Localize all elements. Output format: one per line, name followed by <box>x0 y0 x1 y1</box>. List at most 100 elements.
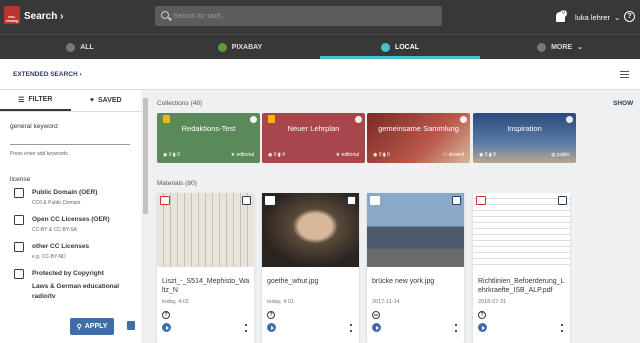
save-icon[interactable] <box>127 321 135 330</box>
extended-search-toggle[interactable]: EXTENDED SEARCH ‹ <box>13 71 82 78</box>
bookmark-icon <box>163 115 170 123</box>
app-logo[interactable]: edu-sharing <box>4 6 20 24</box>
keyword-hint: Press enter add keywords. <box>10 151 70 157</box>
tab-pixabay[interactable]: PIXABAY <box>160 35 320 59</box>
keyword-input[interactable] <box>10 144 130 145</box>
tab-local[interactable]: LOCAL <box>320 35 480 59</box>
collection-owner: ★ editorial <box>230 152 254 158</box>
heart-icon: ♥ <box>89 97 95 104</box>
collection-owner: ⚇ shared <box>442 152 464 158</box>
collection-counts: ◉ 0 ▮ 8 <box>479 152 496 158</box>
repository-tabs: ALL PIXABAY LOCAL MORE ⌄ <box>0 34 640 59</box>
select-checkbox[interactable] <box>558 196 567 205</box>
collection-name: Neuer Lehrplan <box>287 124 340 133</box>
license-sub-copyright: Laws & German educational radio/tv <box>32 283 120 300</box>
chevron-down-icon: ⌄ <box>614 12 621 22</box>
license-label-copyright: Protected by Copyright <box>32 270 104 277</box>
more-options-icon[interactable] <box>245 324 247 332</box>
logo-text: edu-sharing <box>5 15 19 23</box>
pin-icon <box>460 116 467 123</box>
select-checkbox[interactable] <box>452 196 461 205</box>
more-options-icon[interactable] <box>350 324 352 332</box>
collection-name: gemeinsame Sammlung <box>378 124 459 133</box>
show-collections-button[interactable]: SHOW <box>613 100 633 107</box>
list-view-icon[interactable] <box>620 71 629 78</box>
license-icon: ? <box>267 311 275 319</box>
top-bar: edu-sharing Search › luka lehrer ⌄ 0 ? <box>0 0 640 34</box>
pdf-icon <box>160 196 170 205</box>
tab-more[interactable]: MORE ⌄ <box>480 35 640 59</box>
search-icon: ⚲ <box>76 323 82 331</box>
material-thumbnail <box>367 193 464 267</box>
chevron-down-icon: ⌄ <box>577 44 583 51</box>
play-button[interactable] <box>478 323 487 332</box>
collections-header: Collections (48) <box>157 100 203 107</box>
bookmark-icon <box>268 115 275 123</box>
material-card[interactable]: brücke new york.jpg 2017-11-14 cc <box>367 193 464 343</box>
pin-icon <box>355 116 362 123</box>
materials-header: Materials (80) <box>157 180 197 187</box>
material-date: 2017-11-14 <box>372 299 400 305</box>
more-options-icon[interactable] <box>455 324 457 332</box>
license-sub-other-cc: e.g. CC-BY-ND <box>32 254 66 260</box>
material-name: Liszt_-_S514_Mephisto_Waltz_N <box>162 278 250 294</box>
select-checkbox[interactable] <box>242 196 251 205</box>
filter-sidebar: ☰ FILTER ♥ SAVED general keyword Press ent… <box>0 90 141 343</box>
play-button[interactable] <box>267 323 276 332</box>
help-icon[interactable]: ? <box>624 11 635 22</box>
collection-card[interactable]: gemeinsame Sammlung ◉ 0 ▮ 0 ⚇ shared <box>367 113 470 163</box>
notification-badge: 0 <box>560 10 567 17</box>
license-sub-public-domain: CC0 & Public Domain <box>32 200 81 206</box>
material-thumbnail <box>157 193 254 267</box>
tab-all[interactable]: ALL <box>0 35 160 59</box>
pin-icon <box>566 116 573 123</box>
license-icon: ? <box>478 311 486 319</box>
license-label-public-domain: Public Domain (OER) <box>32 189 98 196</box>
more-options-icon[interactable] <box>561 324 563 332</box>
collection-card[interactable]: Redaktions-Test ◉ 0 ▮ 0 ★ editorial <box>157 113 260 163</box>
collection-counts: ◉ 0 ▮ 0 <box>163 152 180 158</box>
license-label-other-cc: other CC Licenses <box>32 243 90 250</box>
local-icon <box>380 42 390 52</box>
checkbox-open-cc[interactable] <box>14 215 24 225</box>
license-sub-open-cc: CC-BY & CC-BY-SA <box>32 227 78 233</box>
material-date: today, 4:02 <box>162 299 189 305</box>
license-label-open-cc: Open CC Licenses (OER) <box>32 216 110 223</box>
sidebar-scrollbar[interactable] <box>141 90 150 343</box>
collection-owner: ★ editorial <box>335 152 359 158</box>
material-name: brücke new york.jpg <box>372 278 435 285</box>
material-name: goethe_whut.jpg <box>267 278 319 285</box>
image-icon <box>265 196 275 205</box>
license-icon: ? <box>162 311 170 319</box>
checkbox-public-domain[interactable] <box>14 188 24 198</box>
apply-button[interactable]: ⚲ APPLY <box>70 318 114 335</box>
collection-counts: ◉ 0 ▮ 4 <box>268 152 285 158</box>
license-label: license <box>10 176 31 183</box>
material-card[interactable]: goethe_whut.jpg today, 4:01 ? <box>262 193 359 343</box>
checkbox-copyright[interactable] <box>14 269 24 279</box>
collection-card[interactable]: Neuer Lehrplan ◉ 0 ▮ 4 ★ editorial <box>262 113 365 163</box>
select-checkbox[interactable] <box>347 196 356 205</box>
checkbox-other-cc[interactable] <box>14 242 24 252</box>
material-card[interactable]: Liszt_-_S514_Mephisto_Waltz_N today, 4:0… <box>157 193 254 343</box>
page-title[interactable]: Search › <box>24 11 63 22</box>
scrollbar-thumb[interactable] <box>143 98 148 214</box>
collection-card[interactable]: Inspiration ◉ 0 ▮ 8 ◍ public <box>473 113 576 163</box>
play-button[interactable] <box>372 323 381 332</box>
tab-filter[interactable]: ☰ FILTER <box>0 90 71 111</box>
search-box[interactable] <box>155 6 442 26</box>
collection-counts: ◉ 0 ▮ 0 <box>373 152 390 158</box>
pdf-icon <box>476 196 486 205</box>
collection-name: Inspiration <box>507 124 542 133</box>
user-name: luka lehrer <box>575 12 611 22</box>
pixabay-icon <box>217 42 227 52</box>
play-button[interactable] <box>162 323 171 332</box>
sub-bar: EXTENDED SEARCH ‹ <box>0 59 640 90</box>
keyword-label: general keyword <box>10 123 58 130</box>
material-card[interactable]: Richtlinien_Befoerderung_Lehrkraefte_ISB… <box>473 193 570 343</box>
search-input[interactable] <box>173 9 433 23</box>
tab-saved[interactable]: ♥ SAVED <box>71 90 142 111</box>
cc-license-icon: cc <box>372 311 380 319</box>
material-date: today, 4:01 <box>267 299 294 305</box>
material-name: Richtlinien_Befoerderung_Lehrkraefte_ISB… <box>478 278 565 294</box>
